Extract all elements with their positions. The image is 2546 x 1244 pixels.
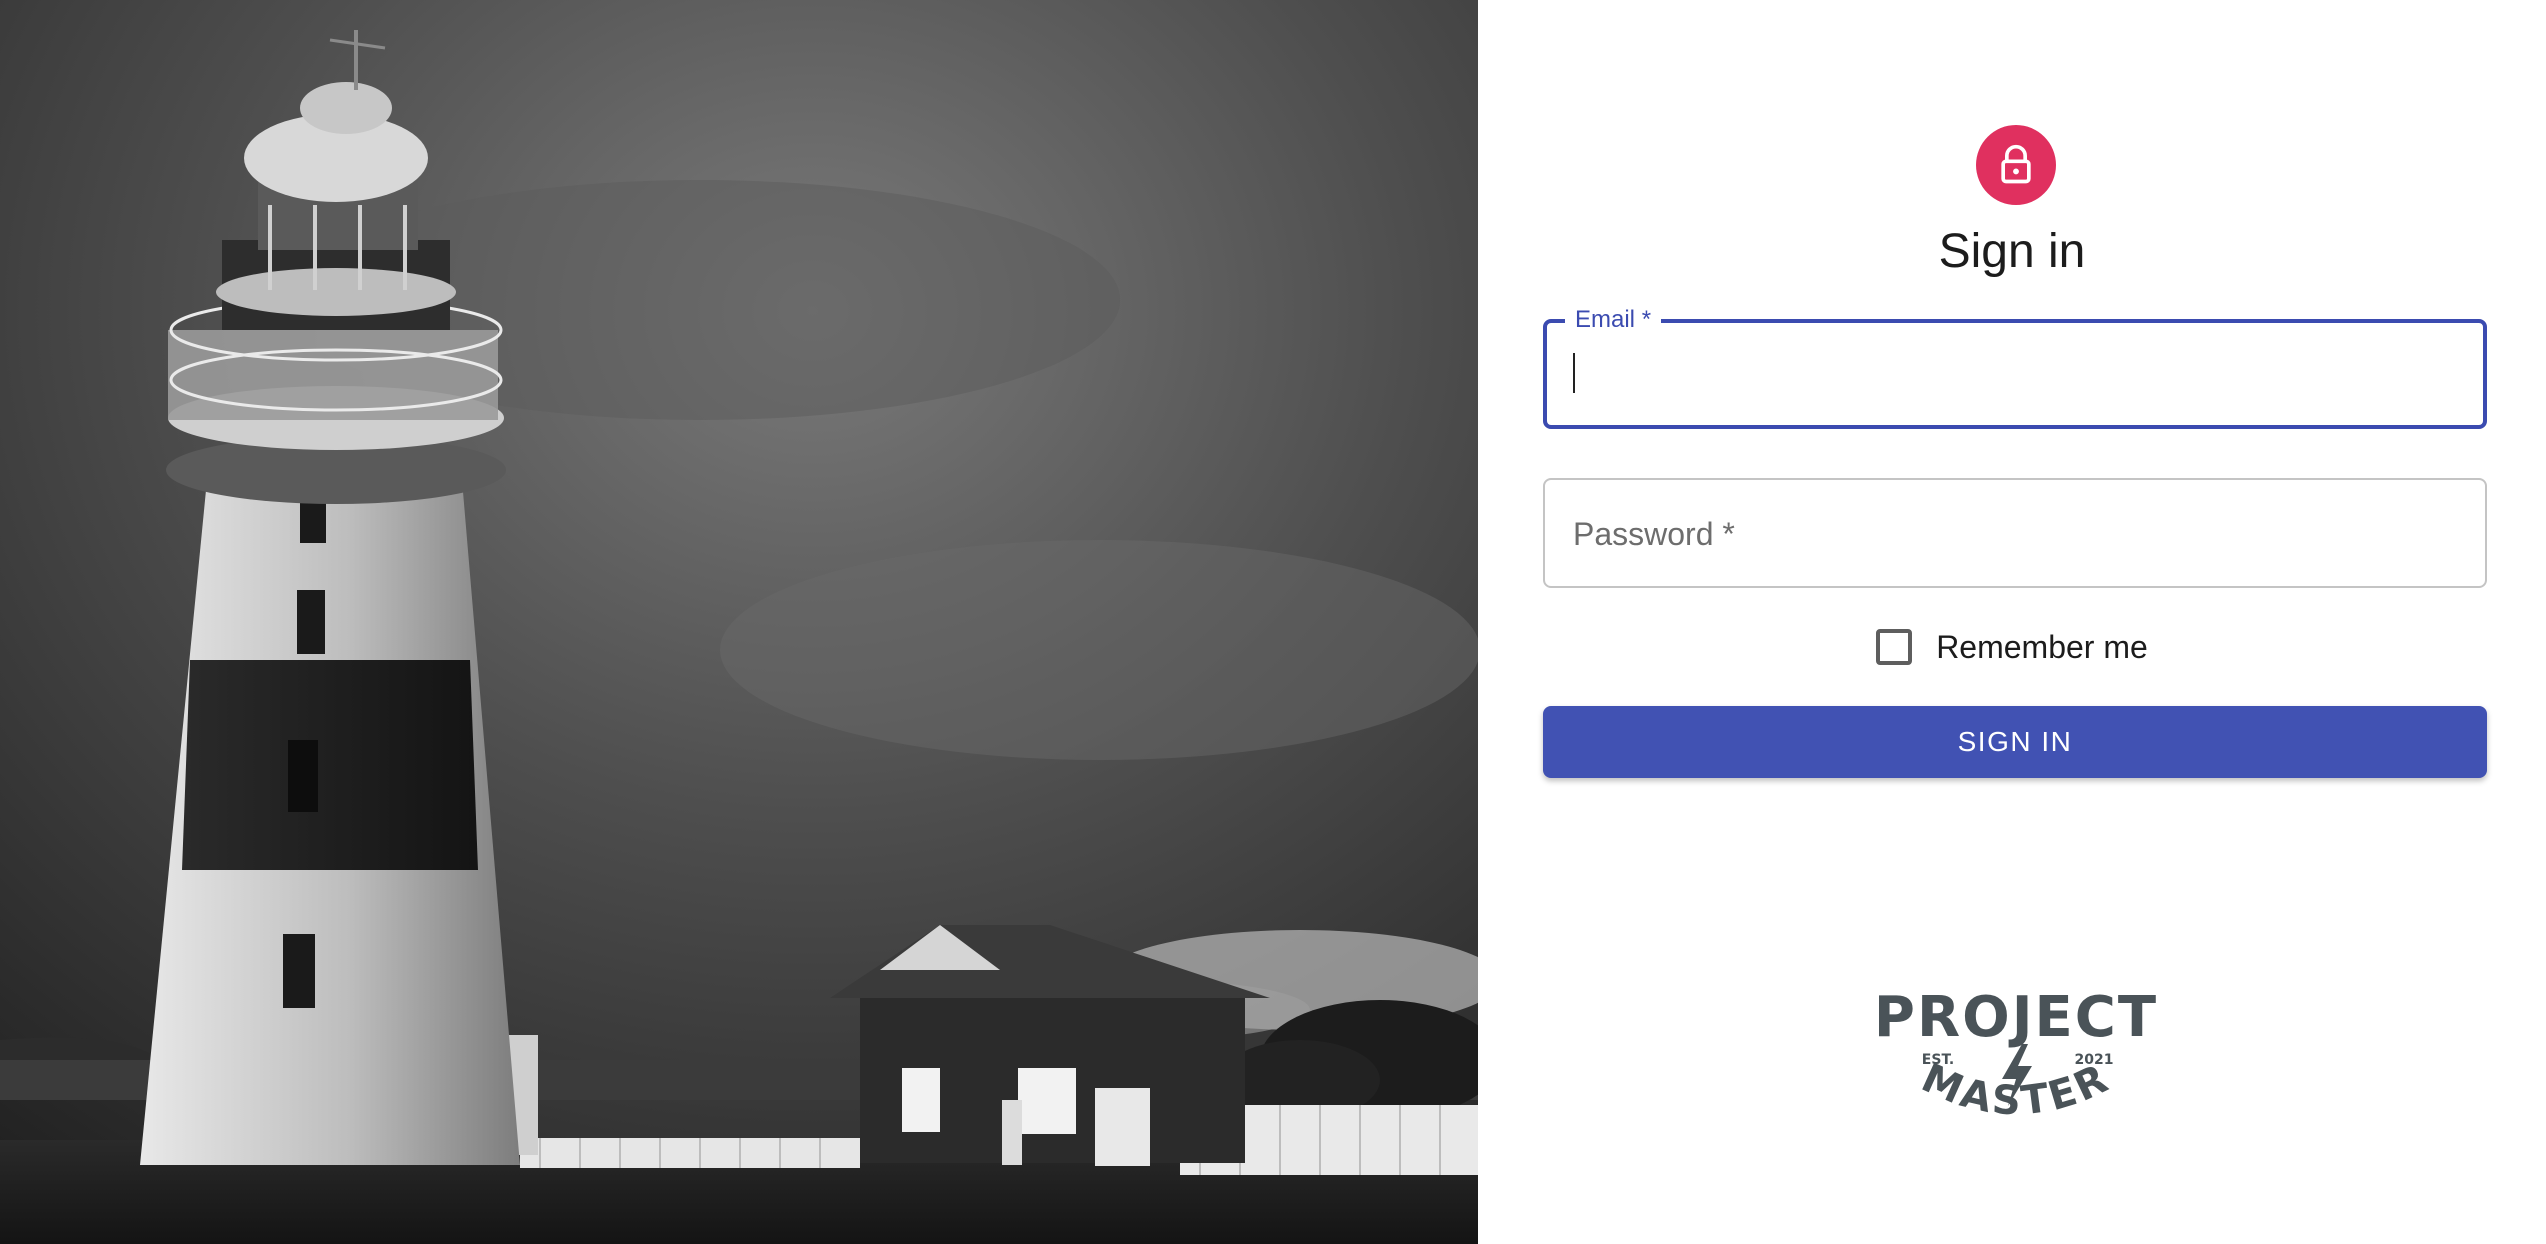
signin-panel: Sign in Email * Password * Remember me S… bbox=[1478, 0, 2546, 1244]
project-master-logo: PROJECT EST. 2021 MASTER bbox=[1866, 984, 2166, 1144]
lock-icon bbox=[2001, 144, 2031, 184]
password-placeholder: Password * bbox=[1573, 514, 1735, 554]
email-required-mark: * bbox=[1641, 306, 1652, 333]
logo-top: PROJECT bbox=[1874, 985, 2158, 1050]
lighthouse-image bbox=[0, 0, 1478, 1244]
email-field[interactable]: Email * bbox=[1543, 304, 2487, 429]
password-placeholder-text: Password bbox=[1573, 516, 1714, 552]
logo-image: PROJECT EST. 2021 MASTER bbox=[1874, 985, 2158, 1125]
password-required-mark: * bbox=[1722, 516, 1735, 552]
remember-me-label: Remember me bbox=[1936, 628, 2148, 665]
sign-in-button[interactable]: SIGN IN bbox=[1543, 706, 2487, 778]
lock-avatar bbox=[1976, 125, 2056, 205]
password-field[interactable]: Password * bbox=[1543, 478, 2487, 588]
text-cursor bbox=[1573, 353, 1575, 393]
remember-me-checkbox[interactable] bbox=[1876, 629, 1913, 665]
lighthouse-photo bbox=[0, 0, 1478, 1244]
page-title: Sign in bbox=[1938, 225, 2086, 278]
remember-me[interactable]: Remember me bbox=[1478, 622, 2546, 672]
email-label: Email * bbox=[1565, 304, 1662, 336]
email-label-text: Email bbox=[1575, 306, 1636, 333]
